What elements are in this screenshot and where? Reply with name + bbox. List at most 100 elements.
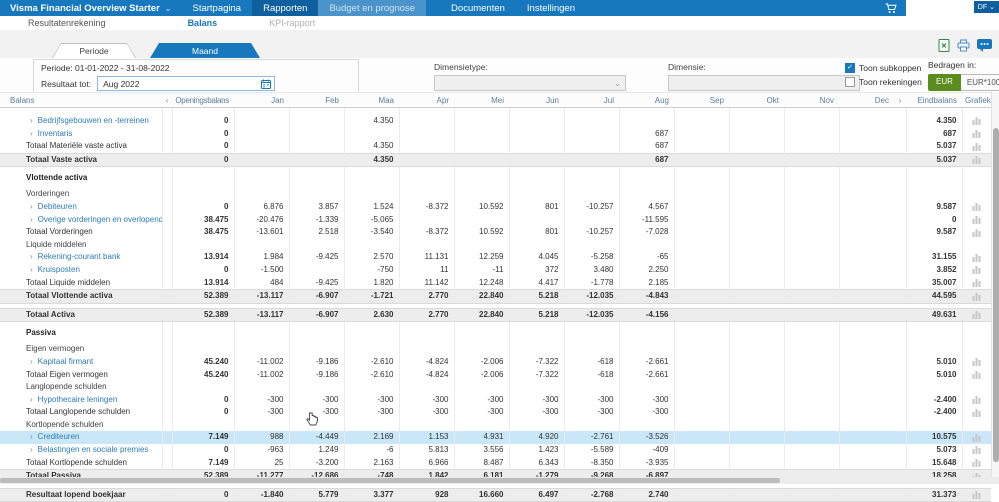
account-link[interactable]: Rekening-courant bank — [38, 252, 121, 261]
currency-eur1000-button[interactable]: EUR*1000 — [960, 74, 999, 91]
chart-icon-cell[interactable] — [961, 368, 991, 382]
expand-arrow-icon[interactable]: › — [30, 265, 33, 274]
chart-icon-cell[interactable] — [961, 251, 991, 264]
account-link[interactable]: Debiteuren — [38, 202, 77, 211]
chart-icon[interactable] — [972, 142, 981, 151]
feedback-chat-icon[interactable] — [977, 39, 992, 52]
chart-icon[interactable] — [972, 357, 981, 367]
chart-icon[interactable] — [972, 458, 981, 468]
row-label[interactable]: › Debiteuren — [0, 201, 162, 214]
account-link[interactable]: Inventaris — [38, 129, 73, 138]
chart-icon[interactable] — [972, 228, 981, 237]
currency-eur-button[interactable]: EUR — [928, 74, 961, 91]
user-menu[interactable]: DF ⌄ — [973, 1, 999, 13]
chart-icon[interactable] — [972, 408, 981, 417]
chart-icon[interactable] — [972, 215, 981, 224]
chart-icon[interactable] — [972, 265, 981, 275]
account-link[interactable]: Kapitaal firmant — [38, 357, 94, 366]
expand-arrow-icon[interactable]: › — [30, 252, 33, 261]
expand-arrow-icon[interactable]: › — [30, 432, 33, 441]
chart-icon-cell[interactable] — [961, 140, 991, 154]
row-label[interactable]: › Overige vorderingen en overlopende acti… — [0, 214, 162, 227]
expand-arrow-icon[interactable]: › — [30, 445, 33, 454]
account-link[interactable]: Overige vorderingen en overlopende activ… — [38, 215, 162, 224]
expand-arrow-icon[interactable]: › — [30, 129, 33, 138]
chart-icon-cell[interactable] — [961, 444, 991, 457]
chart-icon[interactable] — [972, 116, 981, 126]
chart-icon[interactable] — [972, 310, 981, 320]
horizontal-scrollbar-thumb[interactable] — [0, 478, 780, 483]
expand-arrow-icon[interactable]: › — [30, 357, 33, 366]
chart-icon-cell[interactable] — [961, 213, 991, 227]
chart-icon[interactable] — [972, 202, 981, 212]
chart-icon-cell[interactable] — [961, 276, 991, 290]
nav-rapporten[interactable]: Rapporten — [252, 0, 319, 16]
chart-icon-cell[interactable] — [961, 431, 991, 445]
subnav-kpi-rapport[interactable]: KPI-rapport — [269, 18, 315, 28]
toon-subkoppen-checkbox[interactable]: ✓ Toon subkoppen — [845, 63, 922, 73]
chart-icon-cell[interactable] — [961, 307, 991, 323]
excel-export-icon[interactable] — [938, 39, 950, 52]
dimensietype-select[interactable]: ⌄ — [434, 75, 626, 91]
subnav-resultatenrekening[interactable]: Resultatenrekening — [28, 18, 106, 28]
chart-icon[interactable] — [972, 433, 981, 442]
nav-budget-en-prognose[interactable]: Budget en prognose — [318, 0, 427, 16]
row-label[interactable]: › Bedrijfsgebouwen en -terreinen — [0, 115, 162, 128]
app-title-menu[interactable]: Visma Financial Overview Starter ⌄ — [0, 0, 182, 16]
chart-icon-cell[interactable] — [961, 487, 991, 502]
vertical-scrollbar[interactable] — [991, 92, 999, 477]
expand-arrow-icon[interactable]: › — [30, 202, 33, 211]
row-label[interactable]: › Crediteuren — [0, 431, 162, 445]
chart-icon[interactable] — [972, 370, 981, 379]
chart-icon-cell[interactable] — [961, 406, 991, 419]
tab-periode[interactable]: Periode — [52, 43, 136, 58]
chart-icon-cell[interactable] — [961, 115, 991, 128]
row-label[interactable]: › Kruisposten — [0, 264, 162, 277]
chart-icon[interactable] — [972, 278, 981, 287]
row-label[interactable]: › Kapitaal firmant — [0, 356, 162, 369]
account-link[interactable]: Kruisposten — [38, 265, 80, 274]
tab-maand[interactable]: Maand — [150, 43, 260, 58]
nav-startpagina[interactable]: Startpagina — [182, 0, 253, 16]
chart-icon-cell[interactable] — [961, 200, 991, 214]
vertical-scrollbar-thumb[interactable] — [993, 128, 999, 462]
row-label[interactable]: › Rekening-courant bank — [0, 251, 162, 264]
chart-icon-cell[interactable] — [961, 393, 991, 407]
account-link[interactable]: Bedrijfsgebouwen en -terreinen — [38, 116, 149, 125]
nav-instellingen[interactable]: Instellingen — [516, 0, 586, 16]
subnav-balans[interactable]: Balans — [188, 18, 218, 28]
chart-icon-cell[interactable] — [961, 263, 991, 277]
chart-icon[interactable] — [972, 395, 981, 405]
chart-icon[interactable] — [972, 253, 981, 262]
calendar-icon[interactable] — [261, 79, 272, 89]
chart-icon[interactable] — [972, 490, 981, 500]
expand-arrow-icon[interactable]: › — [30, 395, 33, 404]
chart-icon[interactable] — [972, 445, 981, 455]
row-label[interactable]: › Hypothecaire leningen — [0, 394, 162, 407]
account-link[interactable]: Crediteuren — [38, 432, 80, 441]
chart-icon[interactable] — [972, 292, 981, 301]
chart-icon-cell[interactable] — [961, 456, 991, 470]
row-label[interactable]: › Belastingen en sociale premies — [0, 444, 162, 457]
nav-documenten[interactable]: Documenten — [440, 0, 516, 16]
horizontal-scrollbar[interactable] — [0, 477, 999, 484]
chart-icon[interactable] — [972, 155, 981, 165]
chart-icon-cell[interactable] — [961, 152, 991, 168]
expand-arrow-icon[interactable]: › — [30, 116, 33, 125]
chart-icon-cell[interactable] — [961, 355, 991, 369]
resultaat-tot-input[interactable]: Aug 2022 — [97, 76, 276, 91]
scroll-months-left-button[interactable]: ‹ — [162, 92, 172, 108]
chart-icon-cell[interactable] — [961, 226, 991, 239]
chart-icon-cell[interactable] — [961, 127, 991, 141]
dimensie-select[interactable]: ⌄ — [668, 75, 860, 91]
shopping-cart-icon[interactable] — [876, 0, 906, 16]
toon-rekeningen-checkbox[interactable]: Toon rekeningen — [845, 77, 922, 87]
account-link[interactable]: Hypothecaire leningen — [38, 395, 118, 404]
chart-icon-cell[interactable] — [961, 289, 991, 304]
chart-icon[interactable] — [972, 129, 981, 138]
scroll-months-right-button[interactable]: › — [894, 92, 906, 108]
account-link[interactable]: Belastingen en sociale premies — [38, 445, 149, 454]
print-icon[interactable] — [957, 39, 970, 52]
expand-arrow-icon[interactable]: › — [30, 215, 33, 224]
row-label[interactable]: › Inventaris — [0, 128, 162, 141]
